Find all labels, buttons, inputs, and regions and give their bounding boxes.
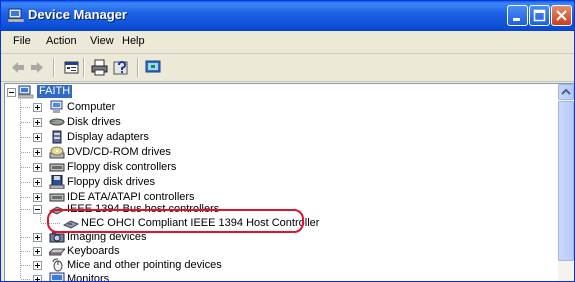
- tree-connector: [21, 251, 31, 252]
- tree-connector: [21, 137, 31, 138]
- chevron-up-icon: [561, 88, 571, 95]
- tree-item[interactable]: Floppy disk drives: [5, 174, 305, 190]
- tree-item[interactable]: Computer: [5, 99, 305, 115]
- toolbar-separator: [53, 58, 55, 77]
- computer-icon: [50, 100, 63, 113]
- toolbar: [1, 54, 574, 82]
- menu-help[interactable]: Help: [122, 35, 145, 47]
- tree-connector: [21, 237, 31, 238]
- help-icon[interactable]: [113, 59, 130, 76]
- expand-toggle[interactable]: [33, 261, 42, 270]
- tree-item-label: Computer: [67, 101, 116, 113]
- toolbar-separator: [137, 58, 139, 77]
- title-bar[interactable]: Device Manager: [1, 1, 574, 31]
- collapse-toggle[interactable]: [7, 88, 16, 97]
- expand-toggle[interactable]: [33, 163, 42, 172]
- tree-connector: [21, 107, 31, 108]
- tree-item-label: DVD/CD-ROM drives: [67, 146, 171, 158]
- menu-action[interactable]: Action: [46, 35, 77, 47]
- scan-hardware-icon[interactable]: [145, 59, 162, 76]
- scroll-thumb[interactable]: [558, 101, 574, 261]
- annotation-highlight-circle: [47, 209, 304, 233]
- expand-toggle[interactable]: [33, 247, 42, 256]
- menu-bar: File Action View Help: [1, 31, 574, 54]
- tree-item[interactable]: Disk drives: [5, 114, 305, 130]
- back-arrow-icon[interactable]: [9, 59, 26, 76]
- tree-item-label: Disk drives: [67, 116, 121, 128]
- maximize-icon: [533, 9, 546, 22]
- tree-connector: [21, 122, 31, 123]
- expand-toggle[interactable]: [33, 233, 42, 242]
- tree-item[interactable]: DVD/CD-ROM drives: [5, 144, 305, 160]
- menu-view[interactable]: View: [90, 35, 114, 47]
- tree-connector: [21, 209, 31, 210]
- toolbar-separator: [83, 58, 85, 77]
- tree-item[interactable]: Monitors: [5, 272, 305, 282]
- vertical-scrollbar[interactable]: [558, 83, 574, 281]
- tree-connector: [21, 279, 31, 280]
- close-icon: [556, 10, 567, 21]
- computer-icon: [18, 85, 34, 99]
- device-tree[interactable]: FAITH Computer Disk drives Display adapt…: [4, 83, 559, 282]
- tree-item[interactable]: Display adapters: [5, 129, 305, 145]
- controller-icon: [49, 163, 65, 172]
- expand-toggle[interactable]: [33, 178, 42, 187]
- floppy-drive-icon: [49, 175, 65, 189]
- forward-arrow-icon[interactable]: [29, 59, 46, 76]
- tree-item-label: Floppy disk drives: [67, 176, 156, 188]
- tree-connector: [21, 265, 31, 266]
- tree-item-label: Display adapters: [67, 131, 149, 143]
- tree-connector: [21, 197, 31, 198]
- expand-toggle[interactable]: [33, 133, 42, 142]
- expand-toggle[interactable]: [33, 148, 42, 157]
- close-button[interactable]: [551, 5, 572, 26]
- print-icon[interactable]: [91, 59, 108, 76]
- menu-file[interactable]: File: [13, 35, 31, 47]
- dvd-drive-icon: [49, 146, 65, 159]
- collapse-toggle[interactable]: [33, 205, 42, 214]
- keyboard-icon: [49, 248, 65, 256]
- device-manager-window: Device Manager File Action View Help FAI…: [0, 0, 575, 282]
- minimize-button[interactable]: [507, 5, 528, 26]
- tree-item[interactable]: Floppy disk controllers: [5, 159, 305, 175]
- tree-connector: [21, 182, 31, 183]
- display-adapter-icon: [52, 130, 62, 144]
- tree-item-label: Keyboards: [67, 245, 120, 257]
- tree-item-label: Monitors: [67, 273, 110, 282]
- monitor-icon: [49, 272, 65, 281]
- tree-item-label: Mice and other pointing devices: [67, 259, 222, 271]
- minimize-icon: [513, 18, 520, 21]
- tree-root-label: FAITH: [37, 85, 73, 98]
- mouse-icon: [52, 258, 63, 272]
- expand-toggle[interactable]: [33, 103, 42, 112]
- window-title: Device Manager: [28, 7, 127, 22]
- tree-connector: [21, 167, 31, 168]
- device-manager-icon: [8, 8, 24, 22]
- tree-item-label: Floppy disk controllers: [67, 161, 177, 173]
- properties-icon[interactable]: [63, 59, 80, 76]
- scroll-up-button[interactable]: [558, 84, 574, 100]
- tree-connector: [21, 152, 31, 153]
- expand-toggle[interactable]: [33, 275, 42, 281]
- tree-root-node[interactable]: FAITH: [5, 84, 125, 100]
- expand-toggle[interactable]: [33, 118, 42, 127]
- expand-toggle[interactable]: [33, 193, 42, 202]
- disk-drive-icon: [49, 118, 65, 126]
- maximize-button[interactable]: [529, 5, 550, 26]
